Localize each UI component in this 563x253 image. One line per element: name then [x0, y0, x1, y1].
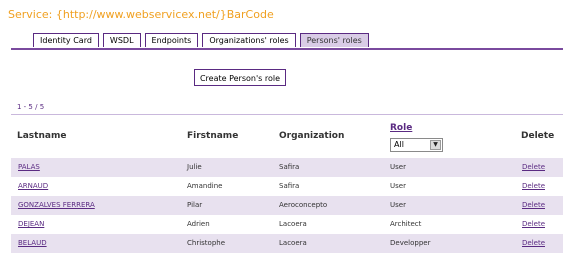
delete-link[interactable]: Delete — [522, 234, 545, 253]
role-cell: User — [390, 182, 406, 190]
table-row: ARNAUD Amandine Safira User Delete — [11, 177, 563, 196]
role-cell: User — [390, 163, 406, 171]
firstname-cell: Pilar — [187, 201, 203, 209]
table-row: GONZALVES FERRERA Pilar Aeroconcepto Use… — [11, 196, 563, 215]
header-firstname: Firstname — [187, 131, 239, 141]
role-filter-select[interactable]: All ▼ — [390, 138, 443, 152]
tab-endpoints[interactable]: Endpoints — [144, 33, 199, 47]
header-lastname: Lastname — [17, 131, 67, 141]
organization-cell: Safira — [279, 163, 300, 171]
divider — [11, 114, 563, 115]
tab-persons-roles[interactable]: Persons' roles — [299, 33, 369, 47]
firstname-cell: Julie — [187, 163, 202, 171]
lastname-link[interactable]: DEJEAN — [18, 215, 44, 234]
delete-link[interactable]: Delete — [522, 158, 545, 177]
organization-cell: Safira — [279, 182, 300, 190]
header-delete: Delete — [521, 131, 555, 141]
delete-link[interactable]: Delete — [522, 177, 545, 196]
lastname-link[interactable]: PALAS — [18, 158, 40, 177]
organization-cell: Lacoera — [279, 239, 307, 247]
firstname-cell: Amandine — [187, 182, 223, 190]
table-row: DEJEAN Adrien Lacoera Architect Delete — [11, 215, 563, 234]
delete-link[interactable]: Delete — [522, 215, 545, 234]
role-filter-value: All — [394, 140, 404, 149]
pagination-info: 1 - 5 / 5 — [17, 103, 45, 111]
role-cell: Architect — [390, 220, 422, 228]
firstname-cell: Adrien — [187, 220, 210, 228]
role-cell: User — [390, 201, 406, 209]
header-organization: Organization — [279, 131, 345, 141]
lastname-link[interactable]: BELAUD — [18, 234, 47, 253]
organization-cell: Aeroconcepto — [279, 201, 328, 209]
firstname-cell: Christophe — [187, 239, 226, 247]
table-row: PALAS Julie Safira User Delete — [11, 158, 563, 177]
tab-organizations-roles[interactable]: Organizations' roles — [202, 33, 296, 47]
table-row: BELAUD Christophe Lacoera Developper Del… — [11, 234, 563, 253]
role-cell: Developper — [390, 239, 431, 247]
header-role-sort-link[interactable]: Role — [390, 123, 412, 133]
tab-underline — [11, 48, 563, 50]
chevron-down-icon: ▼ — [430, 140, 441, 150]
lastname-link[interactable]: GONZALVES FERRERA — [18, 196, 95, 215]
tab-bar: Identity Card WSDL Endpoints Organizatio… — [33, 33, 369, 48]
lastname-link[interactable]: ARNAUD — [18, 177, 48, 196]
tab-identity-card[interactable]: Identity Card — [33, 33, 99, 47]
service-title: Service: {http://www.webservicex.net/}Ba… — [8, 8, 274, 21]
organization-cell: Lacoera — [279, 220, 307, 228]
tab-wsdl[interactable]: WSDL — [102, 33, 141, 47]
create-person-role-button[interactable]: Create Person's role — [194, 69, 286, 86]
delete-link[interactable]: Delete — [522, 196, 545, 215]
